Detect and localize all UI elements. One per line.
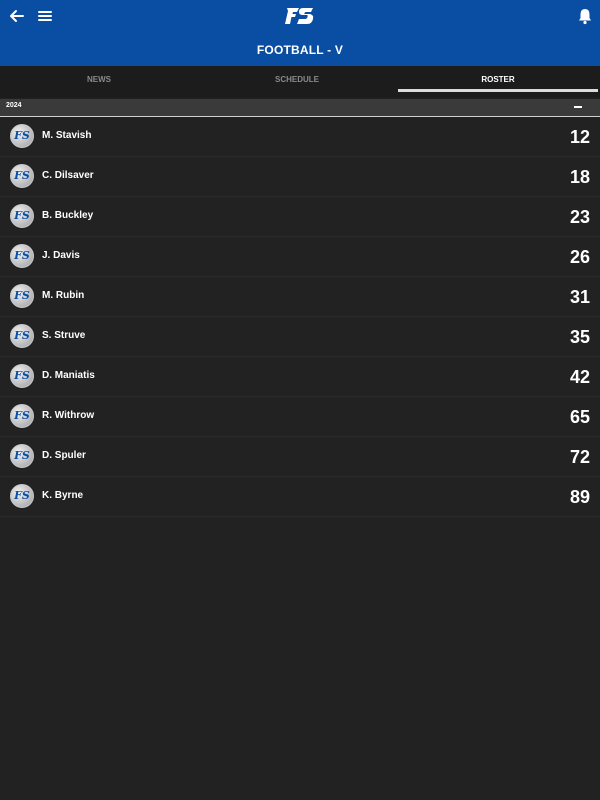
roster-row[interactable]: FS D. Spuler 72 — [0, 437, 600, 477]
roster-row[interactable]: FS K. Byrne 89 — [0, 477, 600, 517]
tab-news[interactable]: NEWS — [0, 66, 198, 98]
jersey-number: 89 — [569, 487, 590, 507]
jersey-number: 42 — [569, 367, 590, 387]
avatar-logo-text: FS — [14, 289, 30, 302]
player-avatar: FS — [10, 364, 34, 388]
jersey-number: 35 — [569, 327, 590, 347]
jersey-number: 12 — [569, 127, 590, 147]
avatar-logo-text: FS — [14, 209, 30, 222]
back-arrow-icon[interactable] — [8, 6, 26, 26]
tab-bar: NEWS SCHEDULE ROSTER — [0, 66, 600, 98]
avatar-logo-text: FS — [14, 169, 30, 182]
player-avatar: FS — [10, 204, 34, 228]
player-name: M. Stavish — [42, 130, 92, 141]
jersey-number: 23 — [569, 207, 590, 227]
roster-row[interactable]: FS C. Dilsaver 18 — [0, 157, 600, 197]
roster-row[interactable]: FS M. Stavish 12 — [0, 117, 600, 157]
avatar-logo-text: FS — [14, 489, 30, 502]
page-title: FOOTBALL - V — [256, 43, 344, 57]
app-header: FOOTBALL - V — [0, 0, 600, 66]
avatar-logo-text: FS — [14, 369, 30, 382]
player-avatar: FS — [10, 124, 34, 148]
player-name: B. Buckley — [42, 210, 94, 221]
jersey-number: 72 — [569, 447, 590, 467]
player-name: S. Struve — [42, 330, 86, 341]
player-name: R. Withrow — [42, 410, 95, 421]
hamburger-menu-icon[interactable] — [36, 6, 54, 26]
player-avatar: FS — [10, 324, 34, 348]
avatar-logo-text: FS — [14, 329, 30, 342]
tab-schedule[interactable]: SCHEDULE — [198, 66, 396, 98]
season-year: 2024 — [6, 102, 22, 109]
player-avatar: FS — [10, 284, 34, 308]
roster-row[interactable]: FS D. Maniatis 42 — [0, 357, 600, 397]
roster-row[interactable]: FS M. Rubin 31 — [0, 277, 600, 317]
player-avatar: FS — [10, 164, 34, 188]
collapse-icon[interactable] — [574, 106, 582, 108]
player-name: D. Spuler — [42, 450, 86, 461]
roster-row[interactable]: FS J. Davis 26 — [0, 237, 600, 277]
player-avatar: FS — [10, 444, 34, 468]
tab-roster[interactable]: ROSTER — [398, 66, 598, 98]
player-avatar: FS — [10, 484, 34, 508]
avatar-logo-text: FS — [14, 129, 30, 142]
season-section-header[interactable]: 2024 — [0, 99, 600, 117]
jersey-number: 31 — [569, 287, 590, 307]
roster-row[interactable]: FS S. Struve 35 — [0, 317, 600, 357]
school-logo-icon — [285, 8, 314, 24]
player-name: K. Byrne — [42, 490, 84, 501]
jersey-number: 26 — [569, 247, 590, 267]
player-name: C. Dilsaver — [42, 170, 94, 181]
roster-list: FS M. Stavish 12 FS C. Dilsaver 18 FS B. Buckle… — [0, 117, 600, 517]
avatar-logo-text: FS — [14, 409, 30, 422]
player-name: D. Maniatis — [42, 370, 95, 381]
player-name: M. Rubin — [42, 290, 85, 301]
notification-bell-icon[interactable] — [576, 6, 594, 26]
player-name: J. Davis — [42, 250, 80, 261]
player-avatar: FS — [10, 404, 34, 428]
player-avatar: FS — [10, 244, 34, 268]
avatar-logo-text: FS — [14, 249, 30, 262]
avatar-logo-text: FS — [14, 449, 30, 462]
tab-roster-label: ROSTER — [481, 75, 515, 84]
roster-row[interactable]: FS B. Buckley 23 — [0, 197, 600, 237]
jersey-number: 18 — [569, 167, 590, 187]
active-tab-indicator — [398, 89, 598, 92]
roster-row[interactable]: FS R. Withrow 65 — [0, 397, 600, 437]
jersey-number: 65 — [569, 407, 590, 427]
